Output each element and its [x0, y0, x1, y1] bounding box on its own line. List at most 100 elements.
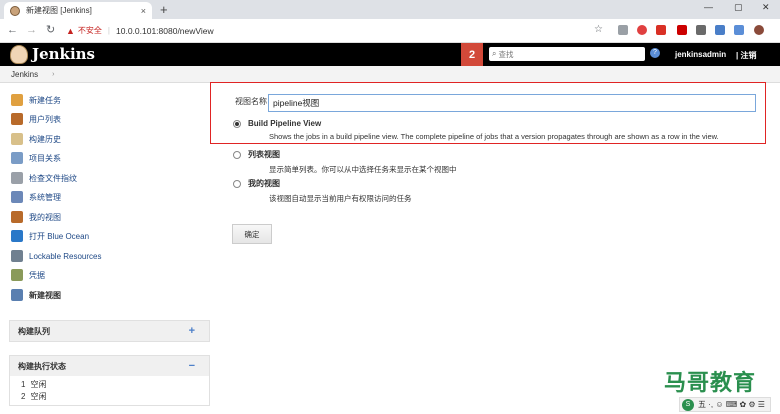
breadcrumb: Jenkins ›	[0, 66, 780, 83]
maximize-icon[interactable]: ▢	[734, 2, 743, 13]
fingerprint-icon	[11, 172, 23, 184]
ime-toolbar-text: 五 ·, ☺ ⌨ ✿ ⚙ ☰	[698, 400, 765, 409]
executor-row: 1 空闲	[10, 378, 209, 390]
ime-toolbar: S 五 ·, ☺ ⌨ ✿ ⚙ ☰	[679, 397, 771, 412]
folder-icon	[11, 289, 23, 301]
view-name-input[interactable]	[268, 94, 756, 112]
build-history-icon	[11, 133, 23, 145]
sidebar-item-label[interactable]: 用户列表	[29, 114, 61, 125]
pdf-extension-icon[interactable]	[677, 25, 687, 35]
jenkins-header: Jenkins	[0, 43, 780, 66]
executor-status-title[interactable]: 构建执行状态	[18, 361, 66, 372]
browser-tab[interactable]: 新建视图 [Jenkins] ×	[4, 2, 152, 19]
help-icon[interactable]: ?	[650, 48, 660, 58]
forward-icon[interactable]: →	[26, 24, 37, 36]
build-queue-title[interactable]: 构建队列	[18, 326, 50, 337]
executor-status: 空闲	[30, 391, 47, 401]
jenkins-logo-icon[interactable]	[10, 45, 28, 64]
extension-icon[interactable]	[696, 25, 706, 35]
build-queue-panel: 构建队列 +	[9, 320, 210, 342]
executor-status-panel: 构建执行状态 − 1 空闲 2 空闲	[9, 355, 210, 406]
new-job-icon	[11, 94, 23, 106]
radio-list-view[interactable]	[233, 150, 241, 159]
gear-icon	[11, 191, 23, 203]
sidebar-item-label[interactable]: 打开 Blue Ocean	[29, 231, 89, 242]
lock-icon	[11, 250, 23, 262]
bookmark-star-icon[interactable]: ☆	[594, 24, 603, 35]
sidebar-item-label[interactable]: 检查文件指纹	[29, 173, 77, 184]
build-queue-header: 构建队列 +	[10, 321, 209, 341]
sidebar-item[interactable]: 构建历史	[11, 133, 61, 145]
sidebar-item-label[interactable]: Lockable Resources	[29, 252, 101, 261]
sidebar-item-label[interactable]: 我的视图	[29, 212, 61, 223]
sidebar-item[interactable]: 我的视图	[11, 211, 61, 223]
users-icon	[11, 113, 23, 125]
option-list-view[interactable]: 列表视图 显示简单列表。你可以从中选择任务来显示在某个视图中	[233, 149, 457, 175]
extension-icon[interactable]	[618, 25, 628, 35]
sidebar-item[interactable]: 系统管理	[11, 191, 61, 203]
option-description: 显示简单列表。你可以从中选择任务来显示在某个视图中	[269, 165, 457, 174]
jenkins-title[interactable]: Jenkins	[32, 45, 95, 63]
search-input[interactable]	[498, 49, 639, 59]
extension-icon[interactable]	[656, 25, 666, 35]
blue-ocean-icon	[11, 230, 23, 242]
minimize-icon[interactable]: —	[704, 2, 713, 12]
tab-title: 新建视图 [Jenkins]	[26, 6, 92, 15]
sidebar-item[interactable]: 新建视图	[11, 289, 61, 301]
extension-icon[interactable]	[715, 25, 725, 35]
executor-row: 2 空闲	[10, 390, 209, 402]
tab-close-icon[interactable]: ×	[141, 6, 146, 16]
sidebar-item[interactable]: 打开 Blue Ocean	[11, 230, 89, 242]
watermark-logo: 马哥教育	[664, 370, 757, 395]
executor-status: 空闲	[30, 379, 47, 389]
translate-extension-icon[interactable]	[734, 25, 744, 35]
radio-build-pipeline-view[interactable]	[233, 119, 241, 128]
sidebar-item[interactable]: 项目关系	[11, 152, 61, 164]
option-title[interactable]: 列表视图	[248, 149, 280, 160]
sidebar-item[interactable]: 用户列表	[11, 113, 61, 125]
sidebar-item-label[interactable]: 新建视图	[29, 290, 61, 301]
option-title[interactable]: 我的视图	[248, 178, 280, 189]
breadcrumb-jenkins[interactable]: Jenkins	[11, 70, 38, 79]
profile-avatar[interactable]	[754, 25, 764, 35]
sidebar-item[interactable]: 新建任务	[11, 94, 61, 106]
sidebar-item[interactable]: Lockable Resources	[11, 250, 101, 262]
search-box[interactable]: ⌕	[489, 47, 645, 61]
breadcrumb-arrow-icon[interactable]: ›	[52, 71, 54, 78]
option-description: Shows the jobs in a build pipeline view.…	[269, 132, 719, 141]
option-build-pipeline-view[interactable]: Build Pipeline View Shows the jobs in a …	[233, 119, 719, 141]
executor-number: 2	[21, 391, 26, 401]
search-icon: ⌕	[492, 49, 497, 58]
sidebar-item[interactable]: 凭据	[11, 269, 45, 281]
user-link[interactable]: jenkinsadmin	[675, 50, 726, 59]
back-icon[interactable]: ←	[7, 24, 18, 36]
option-my-view[interactable]: 我的视图 该视图自动显示当前用户有权限访问的任务	[233, 178, 412, 204]
option-description: 该视图自动显示当前用户有权限访问的任务	[269, 194, 412, 203]
option-title[interactable]: Build Pipeline View	[248, 119, 321, 128]
sidebar-item-label[interactable]: 项目关系	[29, 153, 61, 164]
user-icon	[11, 211, 23, 223]
expand-icon[interactable]: +	[189, 325, 195, 337]
new-tab-button[interactable]: +	[160, 3, 168, 16]
extension-icon[interactable]	[637, 25, 647, 35]
executor-list: 1 空闲 2 空闲	[10, 376, 209, 405]
sidebar-item-label[interactable]: 构建历史	[29, 134, 61, 145]
ok-button[interactable]: 确定	[232, 224, 272, 244]
url-text[interactable]: 10.0.0.101:8080/newView	[116, 26, 214, 36]
collapse-icon[interactable]: −	[189, 360, 195, 372]
sidebar-item-label[interactable]: 新建任务	[29, 95, 61, 106]
executor-number: 1	[21, 379, 26, 389]
view-name-label: 视图名称	[235, 97, 267, 106]
address-bar[interactable]: ▲ 不安全 | 10.0.0.101:8080/newView	[66, 22, 606, 39]
sidebar-item[interactable]: 检查文件指纹	[11, 172, 77, 184]
reload-icon[interactable]: ↻	[46, 24, 55, 36]
search-icon	[11, 152, 23, 164]
notification-badge[interactable]: 2	[461, 43, 483, 66]
close-window-icon[interactable]: ✕	[762, 2, 770, 13]
logout-link[interactable]: | 注销	[736, 50, 756, 61]
sidebar-item-label[interactable]: 凭据	[29, 270, 45, 281]
sidebar-item-label[interactable]: 系统管理	[29, 192, 61, 203]
radio-my-view[interactable]	[233, 179, 241, 188]
credentials-icon	[11, 269, 23, 281]
jenkins-favicon-icon	[10, 5, 20, 16]
